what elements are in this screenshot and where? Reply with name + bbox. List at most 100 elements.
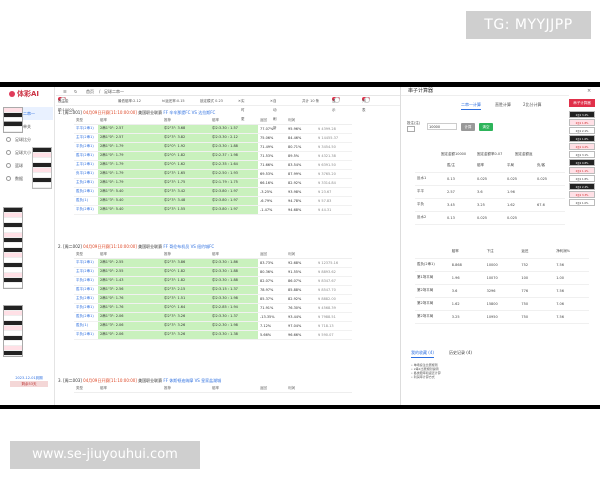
- sidebar-popup-list: [3, 207, 23, 289]
- table-row[interactable]: 反水2 0.13 0.025 0.025: [415, 211, 565, 225]
- table-cell: 平负(2串1): [74, 142, 98, 152]
- table-header-cell: [415, 159, 445, 173]
- table-row[interactable]: 负平(2串1) 2串1"0": 1.79 中2"3": 1.65 中2:2.50 : …: [74, 169, 352, 179]
- menu-icon[interactable]: ☰: [63, 87, 67, 96]
- popup-item[interactable]: [4, 351, 22, 356]
- side-quick-item[interactable]: 2串1 1.8%: [569, 175, 595, 182]
- table-cell: 1.62: [505, 198, 535, 212]
- table-row[interactable]: 胜负(1) 2串1"3": 2.06 中2"3": 3.26 中2:2.30 : 1.…: [74, 321, 352, 331]
- table-row[interactable]: 平负(2串1) 2串1"0": 5.40 中2"3": 1.55 中2:3.80 : …: [74, 205, 352, 215]
- table-cell: ¥ 14455.37: [316, 133, 352, 143]
- sidebar-popup-list: [32, 147, 52, 189]
- table-cell: 2串1"3": 1.79: [98, 160, 148, 170]
- side-quick-item[interactable]: 2串1 1.0%: [569, 199, 595, 206]
- table-row[interactable]: 胜平(2串1) 2串1"0": 1.79 中2"0": 1.82 中2:2.37 : …: [74, 151, 352, 161]
- table-cell: 71.49%: [258, 142, 286, 152]
- table-cell: 中2:2.85 : 1.94: [210, 303, 258, 313]
- table-row[interactable]: 主平(2串1) 2串1"0": 2.57 中2"3": 3.82 中2:3.30 : …: [74, 133, 352, 143]
- table-row[interactable]: 平负(2串1) 2串1"0": 1.79 中2"0": 1.92 中2:3.30 : …: [74, 142, 352, 152]
- table-cell: 反水2: [415, 211, 445, 225]
- table-row[interactable]: 胜负(2串1) 8.868 10000 752 7.56: [415, 258, 589, 272]
- table-cell: 94.68%: [286, 205, 316, 215]
- filter-settle[interactable]: 锁定模式 0.23: [200, 97, 223, 106]
- table-row[interactable]: 反水1 0.13 0.025 0.025 0.025: [415, 172, 565, 186]
- table-row[interactable]: 第2场平局 3.6 3296 776 7.56: [415, 284, 589, 298]
- match-tag: [周二002]: [63, 244, 82, 249]
- table-cell: 100: [519, 271, 555, 285]
- table-row[interactable]: 主负(2串1) 2串1"0": 1.76 中2"3": 1.51 中2:3.30 : …: [74, 294, 352, 304]
- table-cell: ¥ 23.67: [316, 187, 352, 197]
- table-cell: 0.025: [505, 211, 535, 225]
- table-row[interactable]: 主负(2串1) 2串1"0": 1.79 中2"3": 1.75 中2:1.79 : …: [74, 178, 352, 188]
- table-row[interactable]: 第1场平局 1.96 10070 100 1.00: [415, 271, 589, 285]
- table-row[interactable]: 平负(2串1) 2串1"0": 1.43 中2"3": 1.82 中2:3.30 : …: [74, 276, 352, 286]
- match-block-2: 2. [周二002] 04月09日开赛[11:10:00:00] 美国职业联赛 …: [58, 243, 398, 340]
- popup-item[interactable]: [4, 283, 22, 288]
- table-cell: 1.00: [554, 271, 589, 285]
- tab-history[interactable]: 历史记录 (4): [449, 349, 472, 357]
- table-row[interactable]: 第2场平局 1.62 15800 750 7.06: [415, 297, 589, 311]
- side-quick-item[interactable]: 2串1 0.8%: [569, 159, 595, 166]
- side-quick-item[interactable]: 2串1 3.4%: [569, 111, 595, 118]
- table-row[interactable]: 主平(2串1) 2串1"3": 1.79 中2"0": 1.62 中2:2.35 : …: [74, 160, 352, 170]
- switch-realtime[interactable]: ✕ 实时更新: [238, 97, 244, 130]
- table-row[interactable]: 平负(2串1) 2串1"0": 1.76 中2"0": 1.64 中2:2.85 : …: [74, 303, 352, 313]
- table-cell: 反水1: [415, 172, 445, 186]
- tab-2c1[interactable]: 二串一计算: [461, 100, 481, 110]
- checkbox[interactable]: [407, 126, 415, 132]
- filter-rate[interactable]: hi返还率:0.15: [162, 97, 185, 106]
- popup-item[interactable]: [4, 127, 22, 132]
- side-quick-item[interactable]: 2串1 2.1%: [569, 127, 595, 134]
- table-row[interactable]: 胜平(2串1) 2串1"3": 2.56 中2"3": 2.15 中2:3.15 : …: [74, 285, 352, 295]
- table-cell: 平负(2串1): [74, 205, 98, 215]
- table-cell: [148, 169, 162, 179]
- table-header-cell: 推荐: [162, 385, 210, 393]
- filter-min-odds[interactable]: 最低赔率:2.12: [118, 97, 141, 106]
- table-cell: ¥ 4399.28: [316, 124, 352, 134]
- table-cell: 93.98%: [286, 187, 316, 197]
- match-league: 美国职业联赛: [138, 110, 163, 115]
- table-row[interactable]: 胜负(1) 2串1"3": 5.40 中2"3": 3.48 中2:3.80 : 1.…: [74, 196, 352, 206]
- table-cell: 92.68%: [286, 258, 316, 268]
- invest-input[interactable]: 10000: [427, 123, 457, 130]
- clear-button[interactable]: 清空: [479, 123, 493, 131]
- table-cell: 平平(2串1): [74, 258, 98, 268]
- table-row[interactable]: 胜负(2串1) 2串1"3": 5.40 中2"3": 3.42 中2:3.80 : …: [74, 187, 352, 197]
- side-quick-item[interactable]: 2串1 2.4%: [569, 183, 595, 190]
- table-header-cell: 下注: [484, 245, 520, 259]
- table-row[interactable]: 主平(2串1) 2串1"0": 2.55 中2"0": 1.82 中2:3.30 : …: [74, 267, 352, 277]
- tab-score[interactable]: 2比分计算: [523, 100, 542, 109]
- side-quick-item[interactable]: 2串1 1.1%: [569, 167, 595, 174]
- sidebar-popup-list: [3, 305, 23, 357]
- refresh-icon[interactable]: ↻: [74, 87, 77, 96]
- home-link[interactable]: 首页: [86, 87, 94, 96]
- table-row[interactable]: 平平 2.57 3.6 1.96: [415, 185, 565, 199]
- side-quick-item[interactable]: 2串1 1.6%: [569, 135, 595, 142]
- table-row[interactable]: 平负 3.45 3.25 1.62 67.6: [415, 198, 565, 212]
- side-quick-item[interactable]: 2串1 3.1%: [569, 151, 595, 158]
- table-cell: 0.025: [505, 172, 535, 186]
- app-window: 体彩AI 足球二串一 足球单关 足球比分 足球大小 篮球 数据 2023-12-…: [0, 87, 600, 405]
- table-row[interactable]: 第2场平局 3.25 10950 750 7.56: [415, 310, 589, 324]
- side-quick-item[interactable]: 2串1 3.3%: [569, 191, 595, 198]
- switch-auto[interactable]: ✕ 自动刷新: [270, 97, 276, 130]
- table-row[interactable]: 平平(2串1) 2串1"0": 2.57 中2"3": 3.68 中2:3.30 : …: [74, 124, 352, 134]
- calc-button[interactable]: 计算: [461, 123, 475, 131]
- table-row[interactable]: 平负(2串1) 2串1"0": 2.06 中2"3": 3.26 中2:3.30 : …: [74, 330, 352, 340]
- table-row[interactable]: 胜负(2串1) 2串1"3": 2.06 中2"3": 3.26 中2:3.30 : …: [74, 312, 352, 322]
- side-quick-item[interactable]: 2串1 4.2%: [569, 143, 595, 150]
- close-icon[interactable]: ×: [587, 88, 591, 94]
- table-cell: 7.12%: [258, 321, 286, 331]
- table-cell: 85.37%: [258, 294, 286, 304]
- list-item[interactable]: 利润率计算方式: [411, 375, 561, 379]
- table-cell: 0.13: [445, 172, 475, 186]
- calculator-side-button[interactable]: 串子计算器: [569, 99, 595, 107]
- tab-direct[interactable]: 直胜计算: [495, 100, 511, 109]
- sidebar-item-label: 数据: [15, 176, 23, 181]
- side-quick-item[interactable]: 2串1 1.8%: [569, 119, 595, 126]
- table-row[interactable]: 平平(2串1) 2串1"0": 2.55 中2"3": 3.86 中2:3.30 : …: [74, 258, 352, 268]
- tab-favorites[interactable]: 我的收藏 (4): [411, 349, 434, 358]
- popup-item[interactable]: [33, 183, 51, 188]
- table-header-cell: [148, 385, 162, 393]
- sidebar-item-2[interactable]: 足球比分: [3, 133, 53, 146]
